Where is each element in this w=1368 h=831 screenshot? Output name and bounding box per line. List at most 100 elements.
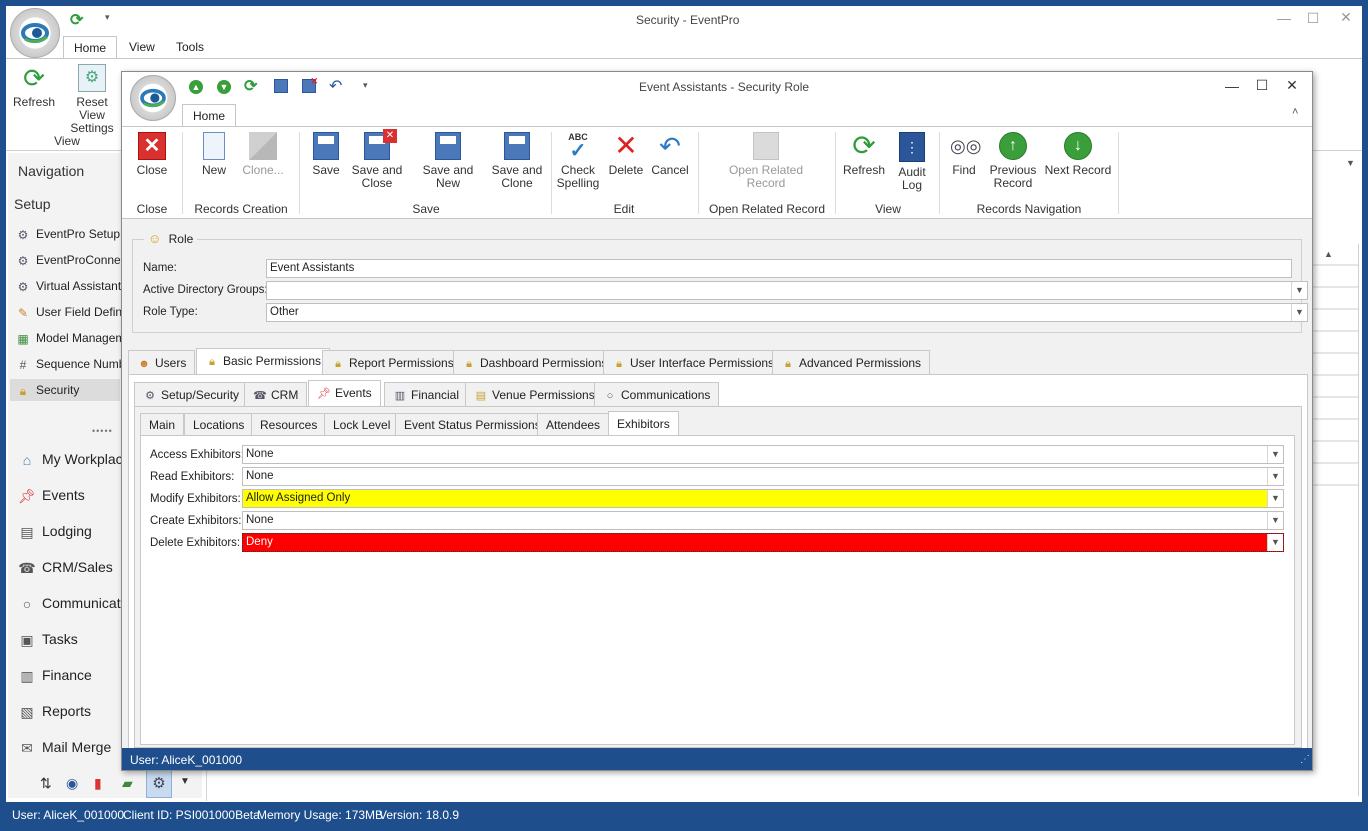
qat-customize-icon[interactable]: ▾ [363,80,368,91]
tab-locations[interactable]: Locations [184,413,254,435]
chevron-down-icon[interactable]: ▼ [1267,446,1283,463]
open-related-record-button[interactable]: Open Related Record [724,132,808,190]
app-logo[interactable] [10,8,60,58]
delete-button[interactable]: ✕ Delete [606,132,646,177]
qat-refresh-icon[interactable]: ⟳ [70,10,83,30]
nav-item-model-management[interactable]: ▦ Model Manageme [16,327,132,349]
module-events[interactable]: 📌︎ Events [18,481,85,509]
chevron-down-icon[interactable]: ▼ [1267,512,1283,529]
nav-splitter[interactable]: ••••• [92,426,113,436]
nav-item-virtual-assistant[interactable]: ⚙ Virtual Assistant S [16,275,133,297]
close-ribbon-button[interactable]: ✕ Close [132,132,172,177]
bar-chart-icon[interactable]: ▮ [94,775,102,792]
save-and-clone-button[interactable]: Save and Clone [490,132,544,190]
qat-save-icon[interactable] [274,79,288,93]
tab-user-interface-permissions[interactable]: 🔒︎ User Interface Permissions [603,350,784,374]
reset-view-settings-button[interactable]: ⚙ Reset View Settings [62,64,122,135]
tab-lock-level[interactable]: Lock Level [324,413,400,435]
save-button[interactable]: Save [306,132,346,177]
tab-events[interactable]: 📌︎ Events [308,380,381,406]
tab-communications[interactable]: ○ Communications [594,382,720,406]
resize-grip-icon[interactable]: ⋰ [1300,748,1310,770]
active-directory-groups-select[interactable]: ▼ [266,281,1308,300]
access-exhibitors-select[interactable]: None ▼ [242,445,1284,464]
sort-icon[interactable]: ⇅ [40,775,52,792]
tab-venue-permissions[interactable]: ▤ Venue Permissions [465,382,604,406]
tab-advanced-permissions[interactable]: 🔒︎ Advanced Permissions [772,350,931,374]
nav-item-eventproconnect[interactable]: ⚙ EventProConnect [16,249,130,271]
nav-item-user-field-definitions[interactable]: ✎ User Field Definiti [16,301,131,323]
minimize-button[interactable]: — [1274,10,1294,26]
dialog-minimize-button[interactable]: — [1222,78,1242,94]
module-reports[interactable]: ▧ Reports [18,697,91,725]
dialog-close-button[interactable]: ✕ [1282,77,1302,94]
refresh-button[interactable]: ⟳ Refresh [12,64,56,109]
tab-users[interactable]: ☻ Users [128,350,196,374]
nav-item-sequence-numbers[interactable]: # Sequence Numbe [16,353,132,375]
module-tasks[interactable]: ▣ Tasks [18,625,77,653]
module-mail-merge[interactable]: ✉ Mail Merge [18,733,111,761]
globe-icon[interactable]: ◉ [66,775,78,792]
chevron-down-icon[interactable]: ▼ [180,776,190,787]
refresh-button[interactable]: ⟳ Refresh [842,132,886,177]
role-type-select[interactable]: Other ▼ [266,303,1308,322]
name-field[interactable]: Event Assistants [266,259,1292,278]
modify-exhibitors-select[interactable]: Allow Assigned Only ▼ [242,489,1284,508]
qat-save-close-icon[interactable]: ✕ [302,76,318,93]
module-communications[interactable]: ○ Communicati [18,589,124,617]
tab-resources[interactable]: Resources [251,413,327,435]
chevron-down-icon[interactable]: ▼ [1267,468,1283,485]
tab-main[interactable]: Main [140,413,185,435]
tab-basic-permissions[interactable]: 🔒︎ Basic Permissions [196,348,331,374]
chevron-down-icon[interactable]: ▼ [1267,490,1283,507]
qat-next-icon[interactable]: ▼ [217,80,231,94]
clone-button[interactable]: Clone... [238,132,288,177]
module-my-workplace[interactable]: ⌂ My Workplac [18,445,123,473]
line-chart-icon[interactable]: ▰ [122,775,133,792]
module-finance[interactable]: ▥ Finance [18,661,91,689]
module-lodging[interactable]: ▤ Lodging [18,517,91,545]
nav-item-eventpro-setup[interactable]: ⚙ EventPro Setup [16,223,120,245]
content-dropdown-arrow-icon[interactable]: ▼ [1346,158,1355,168]
read-exhibitors-select[interactable]: None ▼ [242,467,1284,486]
save-and-new-button[interactable]: Save and New [410,132,486,190]
dialog-maximize-button[interactable]: ☐ [1252,77,1272,94]
tab-home[interactable]: Home [63,36,118,58]
chevron-down-icon[interactable]: ▼ [1267,534,1283,551]
check-spelling-button[interactable]: ABC ✓ Check Spelling [556,132,600,190]
chevron-down-icon[interactable]: ▼ [1291,282,1307,299]
qat-undo-icon[interactable]: ↶ [329,76,342,96]
tab-report-permissions[interactable]: 🔒︎ Report Permissions [322,350,463,374]
tab-exhibitors[interactable]: Exhibitors [608,411,679,435]
tab-financial[interactable]: ▥ Financial [384,382,469,406]
maximize-button[interactable]: ☐ [1303,10,1323,27]
qat-refresh-icon[interactable]: ⟳ [244,76,257,96]
cancel-button[interactable]: ↶ Cancel [650,132,690,177]
nav-item-security[interactable]: 🔒︎ Security [10,379,120,401]
collapse-ribbon-icon[interactable]: ˄ [1292,106,1298,118]
delete-exhibitors-select[interactable]: Deny ▼ [242,533,1284,552]
close-button[interactable]: ✕ [1336,9,1356,26]
grid-scroll-up-icon[interactable]: ▲ [1324,249,1333,259]
tab-event-status-permissions[interactable]: Event Status Permissions [395,413,550,435]
tab-attendees[interactable]: Attendees [537,413,610,435]
previous-record-button[interactable]: ↑ Previous Record [988,132,1038,190]
audit-log-button[interactable]: ⋮ Audit Log [892,132,932,192]
chevron-down-icon[interactable]: ▼ [1291,304,1307,321]
tab-tools[interactable]: Tools [166,36,214,58]
module-crm-sales[interactable]: ☎ CRM/Sales [18,553,113,581]
save-and-close-button[interactable]: ✕ Save and Close [350,129,404,190]
tab-setup-security[interactable]: ⚙ Setup/Security [134,382,249,406]
tab-dashboard-permissions[interactable]: 🔒︎ Dashboard Permissions [453,350,617,374]
dialog-tab-home[interactable]: Home [182,104,237,126]
dialog-logo[interactable] [130,75,176,121]
qat-customize-icon[interactable]: ▾ [105,12,110,23]
tab-crm[interactable]: ☎ CRM [244,382,308,406]
new-button[interactable]: New [194,132,234,177]
next-record-button[interactable]: ↓ Next Record [1044,132,1112,177]
tab-view[interactable]: View [119,36,165,58]
find-button[interactable]: ◎◎ Find [946,132,982,177]
qat-previous-icon[interactable]: ▲ [189,80,203,94]
setup-gear-icon[interactable]: ⚙ [146,770,172,798]
create-exhibitors-select[interactable]: None ▼ [242,511,1284,530]
